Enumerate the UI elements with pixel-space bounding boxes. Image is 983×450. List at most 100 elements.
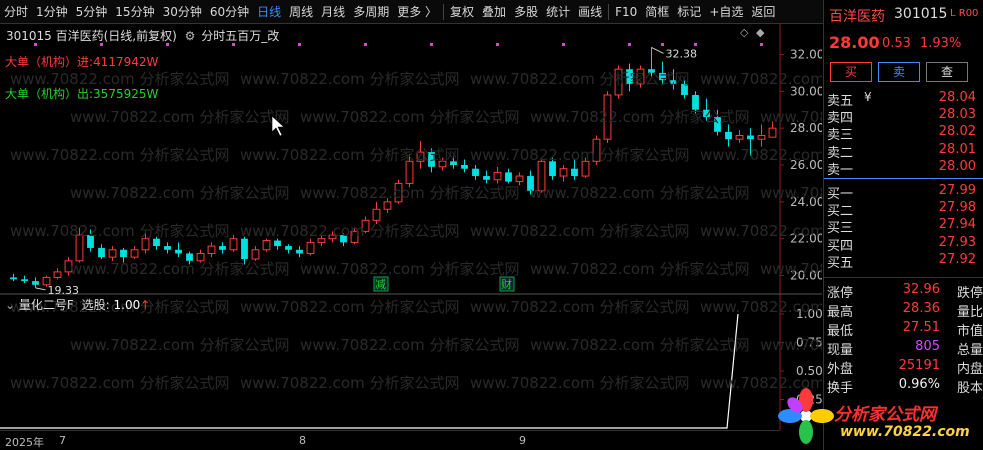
query-button[interactable]: 查 (926, 62, 968, 82)
toolbar-item-2[interactable]: 5分钟 (72, 0, 112, 24)
buy-button[interactable]: 买 (830, 62, 872, 82)
bid-row[interactable]: 买二 27.98 (824, 199, 983, 219)
toolbar-item-17[interactable]: 简框 (641, 0, 673, 24)
gear-icon[interactable]: ⚙ (185, 29, 196, 43)
toolbar-item-5[interactable]: 60分钟 (206, 0, 253, 24)
diamond-icon[interactable]: ◇ (740, 26, 748, 39)
toolbar-item-11[interactable]: 复权 (446, 0, 478, 24)
order-book: 卖五 ¥28.04 卖四 28.03 卖三 28.02 卖二 28.01 卖一 28.00 买一 27… (824, 89, 983, 271)
stat-label-2: 量比 (956, 305, 983, 320)
logo-url: www.70822.com (840, 424, 970, 440)
candle-body-up (735, 135, 744, 140)
date-label-9: 9 (519, 434, 526, 447)
candle-body-up (141, 238, 150, 251)
stock-name[interactable]: 百洋医药 (829, 6, 885, 26)
toolbar-item-12[interactable]: 叠加 (478, 0, 510, 24)
watermark-text: www.70822.com 分析家公式网 (700, 298, 822, 316)
ask-row[interactable]: 卖四 28.03 (824, 106, 983, 126)
diamond-filled-icon[interactable]: ◆ (756, 26, 764, 39)
quote-header: 百洋医药 301015 L R00 (824, 6, 983, 26)
candle-body-down (32, 281, 39, 285)
pane-collapse-icon[interactable]: ⌄ (5, 298, 15, 312)
watermark-text: www.70822.com 分析家公式网 (10, 374, 230, 392)
stat-row: 最低 27.51 市值 (824, 319, 983, 339)
stock-code: 301015 (894, 6, 948, 22)
bid-row[interactable]: 买一 27.99 (824, 182, 983, 202)
toolbar-item-3[interactable]: 15分钟 (111, 0, 158, 24)
toolbar-item-9[interactable]: 多周期 (349, 0, 393, 24)
watermark-text: www.70822.com 分析家公式网 (240, 146, 460, 164)
watermark-text: www.70822.com 分析家公式网 (240, 298, 460, 316)
candle-body-up (372, 208, 381, 221)
kline-chart-area[interactable]: 32.00 30.00 28.00 26.00 24.00 22.00 20.00 32.38… (0, 24, 822, 450)
candle-body-down (296, 249, 303, 254)
stat-value: 805 (915, 339, 940, 354)
signal-dot (694, 43, 697, 46)
candle-body-up (559, 168, 568, 177)
toolbar-item-4[interactable]: 30分钟 (159, 0, 206, 24)
yen-icon: ¥ (864, 90, 872, 104)
stat-value: 28.36 (902, 301, 940, 316)
candle-body-up (53, 271, 62, 278)
ask-row[interactable]: 卖一 28.00 (824, 158, 983, 178)
chart-title-row: 301015 百洋医药(日线,前复权) ⚙ 分时五百万_改 (6, 27, 279, 44)
watermark-text: www.70822.com 分析家公式网 (10, 222, 230, 240)
quote-stats: 涨停 32.96 跌停 最高 28.36 量比 最低 27.51 市值 现量 805 总量 外盘 2519… (824, 274, 983, 396)
toolbar-item-14[interactable]: 统计 (542, 0, 574, 24)
ask-price: 28.03 (938, 107, 976, 123)
date-label-year: 2025年 (5, 436, 44, 449)
toolbar-item-6[interactable]: 日线 (253, 0, 285, 24)
stat-label: 涨停 (827, 286, 854, 301)
toolbar-item-18[interactable]: 标记 (673, 0, 705, 24)
watermark-text: www.70822.com 分析家公式网 (10, 146, 230, 164)
signal-dot (364, 43, 367, 46)
toolbar-item-10[interactable]: 更多 〉 (393, 0, 441, 24)
candle-body-up (262, 240, 271, 251)
candle-body-down (98, 247, 105, 258)
ask-row[interactable]: 卖二 28.01 (824, 141, 983, 161)
watermark-text: www.70822.com 分析家公式网 (240, 222, 460, 240)
watermark-text: www.70822.com 分析家公式网 (300, 184, 520, 202)
watermark-text: www.70822.com 分析家公式网 (70, 260, 290, 278)
sell-legend: 大单（机构）出:3575925W (5, 87, 159, 101)
signal-dot (760, 43, 763, 46)
toolbar-item-16[interactable]: F10 (611, 0, 641, 24)
toolbar-item-8[interactable]: 月线 (317, 0, 349, 24)
bid-row[interactable]: 买三 27.94 (824, 216, 983, 236)
indicator-pane-label: ⌄ 量化二号F 选股: 1.00↑ (5, 296, 150, 313)
stat-row: 最高 28.36 量比 (824, 300, 983, 320)
bid-row[interactable]: 买五 27.92 (824, 251, 983, 271)
indicator-name[interactable]: 分时五百万_改 (201, 29, 279, 43)
candle-body-up (383, 201, 392, 210)
stat-label-2: 总量 (956, 343, 983, 358)
last-price: 28.00 (829, 33, 880, 52)
watermark-text: www.70822.com 分析家公式网 (530, 108, 750, 126)
candle-body-down (175, 249, 182, 254)
signal-dot (430, 43, 433, 46)
candle-body-down (483, 176, 490, 180)
bid-price: 27.99 (938, 182, 976, 198)
ask-row[interactable]: 卖五 ¥28.04 (824, 89, 983, 109)
candle-body-down (219, 246, 226, 250)
watermark-text: www.70822.com 分析家公式网 (70, 108, 290, 126)
sell-button[interactable]: 卖 (878, 62, 920, 82)
toolbar-item-19[interactable]: +自选 (705, 0, 747, 24)
watermark-text: www.70822.com 分析家公式网 (530, 260, 750, 278)
toolbar-item-15[interactable]: 画线 (574, 0, 606, 24)
bid-row[interactable]: 买四 27.93 (824, 234, 983, 254)
candle-body-up (515, 175, 524, 183)
toolbar-item-1[interactable]: 1分钟 (32, 0, 72, 24)
ask-row[interactable]: 卖三 28.02 (824, 123, 983, 143)
candle-body-down (285, 246, 292, 250)
toolbar-item-13[interactable]: 多股 (510, 0, 542, 24)
toolbar-item-7[interactable]: 周线 (285, 0, 317, 24)
pane-indicator-name[interactable]: 量化二号F (19, 298, 74, 312)
stat-row: 现量 805 总量 (824, 338, 983, 358)
candle-body-up (130, 249, 139, 258)
watermark-text: www.70822.com 分析家公式网 (300, 108, 520, 126)
watermark-text: www.70822.com 分析家公式网 (700, 70, 822, 88)
watermark-text: www.70822.com 分析家公式网 (700, 222, 822, 240)
toolbar-item-0[interactable]: 分时 (0, 0, 32, 24)
candle-body-down (241, 238, 248, 259)
toolbar-item-20[interactable]: 返回 (747, 0, 779, 24)
